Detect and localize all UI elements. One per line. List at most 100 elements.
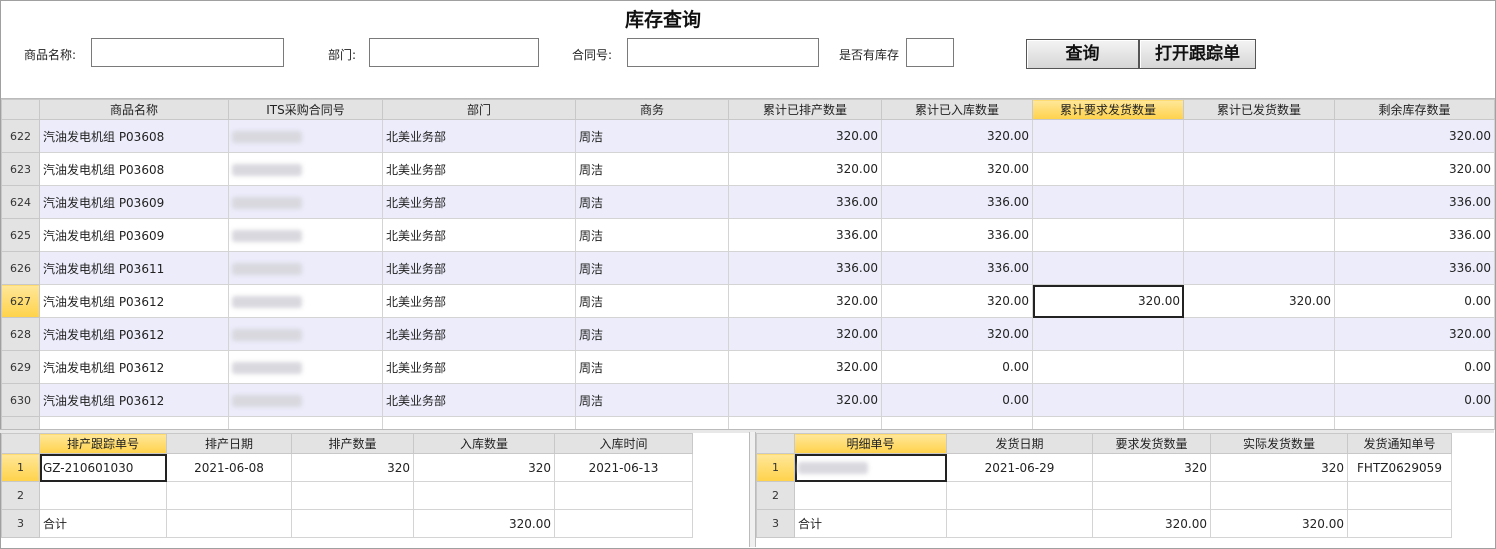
cell-remain[interactable]: 320.00 <box>1334 119 1495 153</box>
cell-biz[interactable]: 周洁 <box>575 284 729 318</box>
cell[interactable] <box>1347 481 1452 510</box>
cell-biz[interactable]: 周洁 <box>575 119 729 153</box>
cell-remain[interactable]: 0.00 <box>1334 284 1495 318</box>
open-tracking-button[interactable]: 打开跟踪单 <box>1139 39 1256 69</box>
cell-contract[interactable] <box>228 152 383 186</box>
cell-shipped[interactable]: 320.00 <box>1183 284 1335 318</box>
cell-remain[interactable]: 0.00 <box>1334 383 1495 417</box>
cell-contract[interactable] <box>228 350 383 384</box>
cell-scheduled[interactable]: 320.00 <box>728 383 882 417</box>
cell-biz[interactable]: 周洁 <box>575 350 729 384</box>
cell-req[interactable]: 320.00 <box>1032 284 1184 318</box>
cell[interactable] <box>554 481 693 510</box>
cell[interactable]: 320.00 <box>1092 509 1211 538</box>
row-header[interactable]: 3 <box>756 509 795 538</box>
cell-contract[interactable] <box>228 218 383 252</box>
column-header[interactable]: 排产数量 <box>291 433 414 454</box>
cell[interactable]: 2021-06-29 <box>946 453 1093 482</box>
column-header[interactable]: 要求发货数量 <box>1092 433 1211 454</box>
table-row[interactable]: 3 合计 320.00 320.00 <box>756 509 1452 538</box>
cell[interactable]: GZ-210601030 <box>39 453 167 482</box>
cell-name[interactable]: 汽油发电机组 P03608 <box>39 119 229 153</box>
cell-stocked[interactable]: 320.00 <box>881 284 1033 318</box>
has-stock-input[interactable] <box>906 38 954 67</box>
cell-remain[interactable]: 0.00 <box>1334 350 1495 384</box>
cell-biz[interactable]: 周洁 <box>575 185 729 219</box>
cell-biz[interactable]: 周洁 <box>575 251 729 285</box>
product-name-input[interactable] <box>91 38 284 67</box>
cell[interactable]: 320 <box>1092 453 1211 482</box>
cell[interactable] <box>1092 481 1211 510</box>
table-row[interactable]: 626 汽油发电机组 P03611 北美业务部 周洁 336.00 336.00 336.0… <box>1 251 1495 285</box>
row-header[interactable]: 626 <box>1 251 40 285</box>
row-header[interactable]: 627 <box>1 284 40 318</box>
column-header[interactable]: 累计已入库数量 <box>881 99 1033 120</box>
cell-stocked[interactable]: 336.00 <box>881 218 1033 252</box>
row-header[interactable]: 623 <box>1 152 40 186</box>
row-header[interactable]: 624 <box>1 185 40 219</box>
cell-scheduled[interactable]: 320.00 <box>728 119 882 153</box>
cell[interactable]: 320 <box>291 453 414 482</box>
row-header[interactable]: 622 <box>1 119 40 153</box>
cell-contract[interactable] <box>228 317 383 351</box>
cell-name[interactable]: 汽油发电机组 P03612 <box>39 383 229 417</box>
vertical-splitter[interactable] <box>749 432 756 547</box>
cell[interactable]: 320 <box>1210 453 1348 482</box>
cell-req[interactable] <box>1032 218 1184 252</box>
cell-req[interactable] <box>1032 251 1184 285</box>
cell[interactable] <box>946 509 1093 538</box>
cell-shipped[interactable] <box>1183 218 1335 252</box>
column-header[interactable]: 累计已发货数量 <box>1183 99 1335 120</box>
cell-remain[interactable]: 320.00 <box>1334 152 1495 186</box>
row-header[interactable]: 629 <box>1 350 40 384</box>
cell-shipped[interactable] <box>1183 152 1335 186</box>
cell-remain[interactable]: 336.00 <box>1334 218 1495 252</box>
cell-shipped[interactable] <box>1183 317 1335 351</box>
cell-name[interactable]: 汽油发电机组 P03609 <box>39 218 229 252</box>
column-header[interactable]: 排产日期 <box>166 433 292 454</box>
corner-cell[interactable] <box>1 433 40 454</box>
cell-dept[interactable]: 北美业务部 <box>382 383 576 417</box>
cell[interactable] <box>166 509 292 538</box>
row-header[interactable]: 630 <box>1 383 40 417</box>
cell-scheduled[interactable]: 336.00 <box>728 251 882 285</box>
cell[interactable] <box>1210 481 1348 510</box>
cell-scheduled[interactable]: 336.00 <box>728 218 882 252</box>
column-header[interactable]: 排产跟踪单号 <box>39 433 167 454</box>
cell-scheduled[interactable]: 320.00 <box>728 350 882 384</box>
table-row[interactable]: 622 汽油发电机组 P03608 北美业务部 周洁 320.00 320.00 320.0… <box>1 119 1495 153</box>
column-header[interactable]: 剩余库存数量 <box>1334 99 1495 120</box>
cell-biz[interactable]: 周洁 <box>575 383 729 417</box>
row-header[interactable]: 2 <box>1 481 40 510</box>
table-row[interactable]: 2 <box>1 481 693 510</box>
table-row[interactable]: 1 2021-06-29 320 320 FHTZ0629059 <box>756 453 1452 482</box>
cell-stocked[interactable]: 0.00 <box>881 350 1033 384</box>
cell[interactable]: 2021-06-08 <box>166 453 292 482</box>
column-header[interactable]: ITS采购合同号 <box>228 99 383 120</box>
cell-biz[interactable]: 周洁 <box>575 152 729 186</box>
cell[interactable] <box>554 509 693 538</box>
column-header[interactable]: 入库时间 <box>554 433 693 454</box>
table-row[interactable]: 627 汽油发电机组 P03612 北美业务部 周洁 320.00 320.00 320.0… <box>1 284 1495 318</box>
cell-contract[interactable] <box>228 284 383 318</box>
department-input[interactable] <box>369 38 539 67</box>
cell-scheduled[interactable]: 320.00 <box>728 317 882 351</box>
table-row[interactable]: 3 合计 320.00 <box>1 509 693 538</box>
column-header[interactable]: 商品名称 <box>39 99 229 120</box>
cell-dept[interactable]: 北美业务部 <box>382 152 576 186</box>
cell-shipped[interactable] <box>1183 119 1335 153</box>
cell-shipped[interactable] <box>1183 251 1335 285</box>
row-header[interactable]: 1 <box>1 453 40 482</box>
cell[interactable]: 合计 <box>39 509 167 538</box>
cell-name[interactable]: 汽油发电机组 P03612 <box>39 350 229 384</box>
cell-req[interactable] <box>1032 383 1184 417</box>
column-header[interactable]: 商务 <box>575 99 729 120</box>
cell-scheduled[interactable]: 320.00 <box>728 152 882 186</box>
column-header[interactable]: 累计已排产数量 <box>728 99 882 120</box>
cell-stocked[interactable]: 336.00 <box>881 251 1033 285</box>
cell[interactable]: 320.00 <box>1210 509 1348 538</box>
cell-contract[interactable] <box>228 251 383 285</box>
cell-scheduled[interactable]: 320.00 <box>728 284 882 318</box>
cell-remain[interactable]: 320.00 <box>1334 317 1495 351</box>
cell[interactable]: 合计 <box>794 509 947 538</box>
